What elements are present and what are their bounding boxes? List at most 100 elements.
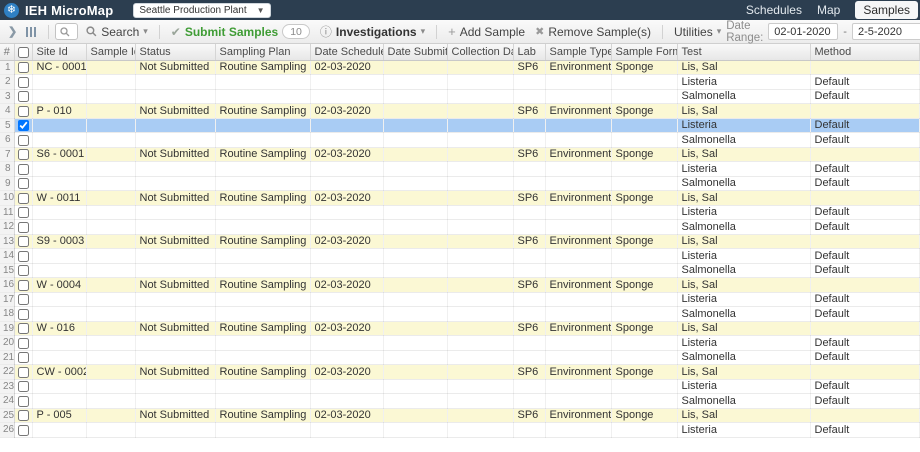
row-checkbox[interactable] (17, 352, 29, 364)
cell-date-scheduled (310, 219, 384, 235)
row-checkbox[interactable] (17, 366, 29, 378)
utilities-label: Utilities (674, 24, 713, 39)
expand-panel-icon[interactable]: ❯ (8, 25, 17, 38)
row-checkbox[interactable] (17, 163, 29, 175)
cell-site-id (32, 379, 87, 394)
table-row[interactable]: 23 Listeria Default (0, 379, 920, 394)
table-row[interactable]: 5 Listeria Default (0, 118, 920, 133)
col-header-date-scheduled[interactable]: Date Scheduled (310, 44, 384, 61)
utilities-button[interactable]: Utilities ▾ (674, 25, 721, 39)
row-checkbox[interactable] (17, 105, 29, 117)
table-row[interactable]: 11 Listeria Default (0, 205, 920, 220)
nav-map[interactable]: Map (817, 3, 840, 17)
table-row[interactable]: 4 P - 010 Not Submitted Routine Sampling… (0, 103, 920, 119)
table-row[interactable]: 12 Salmonella Default (0, 219, 920, 235)
row-checkbox-cell (14, 190, 33, 206)
row-checkbox[interactable] (17, 91, 29, 103)
row-checkbox[interactable] (17, 323, 29, 335)
table-row[interactable]: 25 P - 005 Not Submitted Routine Samplin… (0, 408, 920, 423)
table-row[interactable]: 21 Salmonella Default (0, 350, 920, 365)
table-row[interactable]: 19 W - 016 Not Submitted Routine Samplin… (0, 321, 920, 336)
col-header-method[interactable]: Method (810, 44, 920, 61)
row-checkbox[interactable] (17, 236, 29, 248)
select-all-checkbox[interactable] (17, 46, 29, 58)
cell-site-id: P - 010 (32, 103, 87, 119)
row-checkbox[interactable] (17, 149, 29, 161)
table-row[interactable]: 15 Salmonella Default (0, 263, 920, 278)
date-from-input[interactable] (768, 23, 839, 40)
table-row[interactable]: 10 W - 0011 Not Submitted Routine Sampli… (0, 190, 920, 206)
col-header-sampling-plan[interactable]: Sampling Plan (215, 44, 311, 61)
row-checkbox[interactable] (17, 178, 29, 190)
col-header-sample-id[interactable]: Sample Id (86, 44, 136, 61)
cell-date-scheduled: 02-03-2020 (310, 147, 384, 162)
table-row[interactable]: 8 Listeria Default (0, 161, 920, 177)
col-header-lab[interactable]: Lab (513, 44, 546, 61)
cell-sample-form (611, 118, 678, 133)
row-checkbox[interactable] (17, 279, 29, 291)
cell-site-id (32, 335, 87, 351)
row-checkbox[interactable] (17, 424, 29, 436)
cell-sample-id (86, 89, 136, 104)
investigations-button[interactable]: ⓘ Investigations ▾ (320, 23, 425, 40)
row-checkbox[interactable] (17, 410, 29, 422)
plant-selector-dropdown[interactable]: Seattle Production Plant ▼ (133, 2, 271, 18)
cell-sample-form (611, 393, 678, 409)
column-chooser-icon[interactable] (26, 26, 37, 37)
table-row[interactable]: 18 Salmonella Default (0, 306, 920, 322)
table-row[interactable]: 26 Listeria Default (0, 422, 920, 438)
row-checkbox[interactable] (17, 250, 29, 262)
table-row[interactable]: 22 CW - 0002 Not Submitted Routine Sampl… (0, 364, 920, 380)
table-row[interactable]: 14 Listeria Default (0, 248, 920, 264)
row-checkbox[interactable] (17, 294, 29, 306)
cell-test: Lis, Sal (677, 321, 811, 336)
row-checkbox[interactable] (17, 207, 29, 219)
col-header-collection-date[interactable]: Collection Date (447, 44, 514, 61)
cell-method: Default (810, 248, 920, 264)
table-row[interactable]: 1 NC - 0001 Not Submitted Routine Sampli… (0, 60, 920, 75)
toolbar: ❯ Search ▾ ✔ Submit Samples 10 ⓘ Investi… (0, 20, 920, 44)
search-input-box[interactable] (55, 23, 79, 40)
row-checkbox[interactable] (17, 381, 29, 393)
cell-sample-type: Environmental (545, 60, 612, 75)
col-header-sample-form[interactable]: Sample Form (611, 44, 678, 61)
table-row[interactable]: 24 Salmonella Default (0, 393, 920, 409)
row-checkbox[interactable] (17, 134, 29, 146)
cell-sample-form: Sponge (611, 321, 678, 336)
row-checkbox[interactable] (17, 337, 29, 349)
col-header-status[interactable]: Status (135, 44, 216, 61)
remove-samples-button[interactable]: ✖ Remove Sample(s) (535, 25, 651, 39)
row-checkbox[interactable] (17, 395, 29, 407)
table-row[interactable]: 17 Listeria Default (0, 292, 920, 307)
col-header-date-submitted[interactable]: Date Submitted (383, 44, 448, 61)
table-row[interactable]: 9 Salmonella Default (0, 176, 920, 191)
row-checkbox[interactable] (17, 76, 29, 88)
cell-sample-id (86, 263, 136, 278)
col-header-site-id[interactable]: Site Id (32, 44, 87, 61)
search-input[interactable] (70, 25, 74, 38)
row-checkbox[interactable] (17, 265, 29, 277)
table-row[interactable]: 20 Listeria Default (0, 335, 920, 351)
cell-status: Not Submitted (135, 277, 216, 293)
table-row[interactable]: 3 Salmonella Default (0, 89, 920, 104)
table-row[interactable]: 13 S9 - 0003 Not Submitted Routine Sampl… (0, 234, 920, 249)
submit-samples-button[interactable]: ✔ Submit Samples 10 (171, 24, 310, 39)
date-to-input[interactable] (851, 23, 920, 40)
cell-test: Lis, Sal (677, 147, 811, 162)
row-checkbox[interactable] (17, 221, 29, 233)
row-checkbox[interactable] (17, 192, 29, 204)
table-row[interactable]: 16 W - 0004 Not Submitted Routine Sampli… (0, 277, 920, 293)
table-row[interactable]: 2 Listeria Default (0, 74, 920, 90)
col-header-sample-type[interactable]: Sample Type (545, 44, 612, 61)
nav-schedules[interactable]: Schedules (746, 3, 802, 17)
row-checkbox[interactable] (17, 62, 29, 74)
nav-samples-active[interactable]: Samples (855, 1, 918, 19)
search-button[interactable]: Search ▾ (86, 25, 148, 39)
table-row[interactable]: 6 Salmonella Default (0, 132, 920, 148)
row-checkbox[interactable] (17, 308, 29, 320)
cell-status (135, 205, 216, 220)
row-checkbox[interactable] (17, 120, 29, 132)
col-header-test[interactable]: Test (677, 44, 811, 61)
table-row[interactable]: 7 S6 - 0001 Not Submitted Routine Sampli… (0, 147, 920, 162)
add-sample-button[interactable]: + Add Sample (448, 24, 525, 39)
